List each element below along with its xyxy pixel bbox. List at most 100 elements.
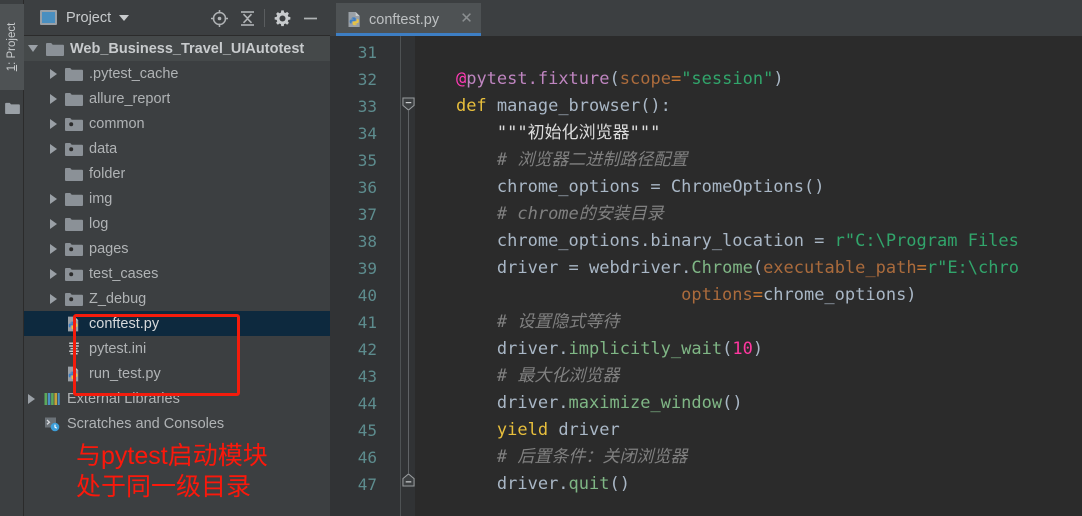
folder-icon [65,66,83,82]
code-line: # 浏览器二进制路径配置 [415,147,687,174]
code-line: driver.quit() [415,471,630,498]
chevron-right-icon[interactable] [50,193,57,204]
code-line: yield driver [415,417,620,444]
tree-row[interactable]: img [24,186,330,211]
code-line: chrome_options = ChromeOptions() [415,174,825,201]
line-number: 35 [357,151,377,170]
folder-icon [5,102,20,114]
editor-tab-bar: conftest.py ✕ [330,0,1082,36]
code-token: driver. [496,339,569,359]
chevron-right-icon[interactable] [50,218,57,229]
chevron-right-icon[interactable] [50,293,57,304]
line-number: 46 [357,448,377,467]
tree-row[interactable]: conftest.py [24,311,330,336]
code-line: """初始化浏览器""" [415,120,660,147]
code-token: quit [568,474,610,494]
code-token: 10 [732,339,753,359]
tree-row[interactable]: common [24,111,330,136]
chevron-down-icon[interactable] [28,45,38,52]
code-content[interactable]: @pytest.fixture(scope="session") def man… [415,36,1082,516]
collapse-all-icon[interactable] [233,4,261,32]
code-token: = [916,258,927,278]
tree-row[interactable]: .pytest_cache [24,61,330,86]
chevron-right-icon[interactable] [50,118,57,129]
red-annotation-text: 与pytest启动模块 处于同一级目录 [76,441,326,503]
code-fold-collapse-icon[interactable] [402,97,415,111]
chevron-right-icon[interactable] [50,93,57,104]
folder-icon [65,191,83,207]
code-token: driver [548,420,620,440]
ini-file-icon [65,341,83,357]
code-token: # 后置条件：关闭浏览器 [496,447,688,467]
tree-row-label: log [89,215,109,232]
chevron-right-icon[interactable] [50,143,57,154]
tool-window-button-project[interactable]: 1: Project [0,4,24,90]
tree-row[interactable]: pages [24,236,330,261]
tab-conftest-py[interactable]: conftest.py ✕ [336,3,481,36]
line-number: 42 [357,340,377,359]
tree-row[interactable]: test_cases [24,261,330,286]
chevron-down-icon[interactable] [119,14,130,21]
code-token: r"E:\chro [926,258,1019,278]
folder-icon [46,41,64,57]
folder-icon [65,166,83,182]
locate-target-icon[interactable] [205,4,233,32]
gear-icon[interactable] [268,4,296,32]
tree-row[interactable]: External Libraries [24,386,330,411]
close-icon[interactable]: ✕ [460,11,473,26]
folder-package-icon [65,291,83,307]
editor-area: conftest.py ✕ 31 32 33 34 35 36 37 38 39 40 41 42 43… [330,0,1082,516]
project-panel-title: Project [66,9,112,26]
tree-row[interactable]: run_test.py [24,361,330,386]
line-number: 47 [357,475,377,494]
code-token: driver. [496,393,569,413]
project-panel-header: Project [24,0,330,36]
tree-row[interactable]: folder [24,161,330,186]
tool-window-label-index: 1 [6,64,18,72]
tree-row[interactable]: Web_Business_Travel_UIAutotest [24,36,330,61]
tree-row[interactable]: Scratches and Consoles [24,411,330,436]
code-line: # 设置隐式等待 [415,309,619,336]
code-token: # chrome的安装目录 [496,204,664,224]
chevron-right-icon[interactable] [50,68,57,79]
code-token: () [722,393,743,413]
tree-row[interactable]: Z_debug [24,286,330,311]
python-file-icon [348,12,360,27]
code-token: manage_browser(): [486,96,671,116]
chevron-right-icon[interactable] [28,393,35,404]
code-fold-end-icon[interactable] [402,473,415,487]
line-number-gutter[interactable]: 31 32 33 34 35 36 37 38 39 40 41 42 43 44 45 46 47 [330,36,415,516]
tree-row[interactable]: allure_report [24,86,330,111]
libraries-icon [43,391,61,407]
chevron-right-icon[interactable] [50,243,57,254]
code-token: ( [752,258,764,278]
tree-row-label: pages [89,240,129,257]
minimize-icon[interactable] [296,4,324,32]
chevron-right-icon[interactable] [50,268,57,279]
code-editor[interactable]: 31 32 33 34 35 36 37 38 39 40 41 42 43 44 45 46 47 @pyte… [330,36,1082,516]
tree-row[interactable]: log [24,211,330,236]
tree-row[interactable]: data [24,136,330,161]
line-number: 45 [357,421,377,440]
code-token: ChromeOptions() [660,177,825,197]
tool-window-label: 1: Project [6,23,18,72]
code-token: pytest.fixture [466,69,610,89]
tree-row-label: conftest.py [89,315,160,332]
tree-row-label: Web_Business_Travel_UIAutotest [70,40,305,57]
code-token: r"C:\Program Files [824,231,1019,251]
line-number: 43 [357,367,377,386]
line-number: 38 [357,232,377,251]
tab-label: conftest.py [369,11,440,28]
tree-row[interactable]: pytest.ini [24,336,330,361]
code-token: driver. [496,474,569,494]
line-number: 41 [357,313,377,332]
